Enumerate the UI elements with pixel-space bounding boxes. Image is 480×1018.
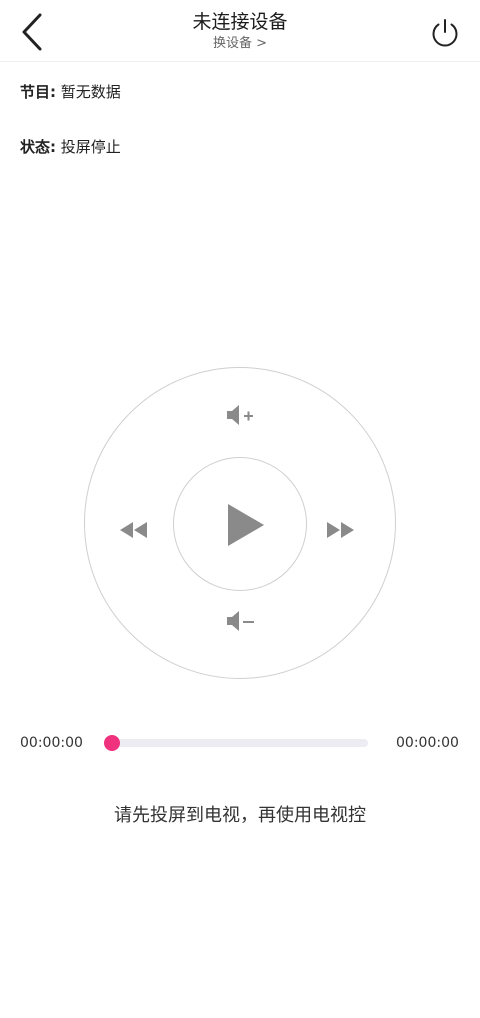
volume-up-icon: [227, 405, 253, 425]
total-time: 00:00:00: [396, 735, 459, 751]
status-value: 投屏停止: [60, 138, 121, 156]
progress-track[interactable]: [112, 739, 368, 747]
program-value: 暂无数据: [60, 83, 121, 101]
power-icon: [432, 19, 458, 47]
volume-up-button[interactable]: [224, 402, 258, 428]
hint-text: 请先投屏到电视，再使用电视控: [114, 805, 366, 826]
play-button[interactable]: [222, 500, 268, 550]
volume-down-icon: [227, 611, 254, 631]
volume-down-button[interactable]: [224, 608, 258, 634]
status-label: 状态:: [20, 138, 56, 156]
fast-forward-icon: [327, 522, 354, 538]
top-bar: 未连接设备 换设备 >: [0, 0, 480, 62]
status-row: 状态: 投屏停止: [20, 137, 121, 157]
progress-thumb[interactable]: [104, 735, 120, 751]
current-time: 00:00:00: [20, 735, 83, 751]
program-label: 节目:: [20, 83, 56, 101]
power-button[interactable]: [428, 16, 462, 50]
page-title: 未连接设备: [192, 11, 288, 33]
play-icon: [228, 504, 264, 546]
rewind-icon: [120, 522, 147, 538]
program-row: 节目: 暂无数据: [20, 82, 121, 102]
rewind-button[interactable]: [118, 518, 150, 542]
switch-device-link[interactable]: 换设备 >: [213, 36, 267, 51]
fast-forward-button[interactable]: [324, 518, 356, 542]
